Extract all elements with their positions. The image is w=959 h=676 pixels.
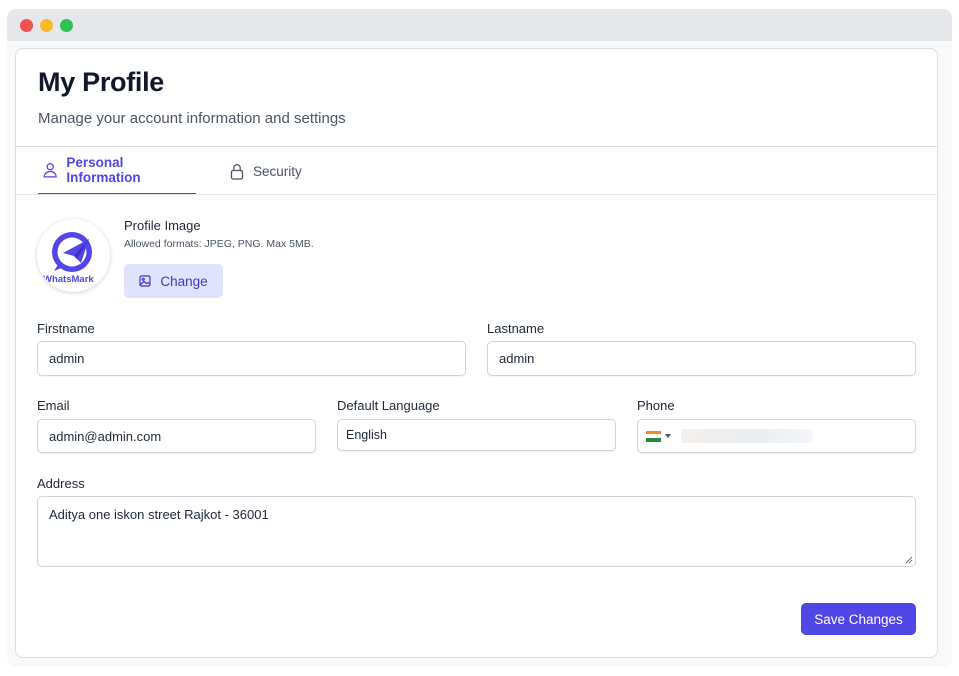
country-selector[interactable] xyxy=(646,430,671,442)
profile-image-label: Profile Image xyxy=(124,218,201,233)
maximize-window-button[interactable] xyxy=(60,19,73,32)
avatar: WhatsMark xyxy=(37,219,110,292)
change-button-label: Change xyxy=(160,273,208,289)
address-textarea[interactable]: Aditya one iskon street Rajkot - 36001 xyxy=(37,496,916,567)
email-label: Email xyxy=(37,398,70,413)
image-icon xyxy=(139,275,151,287)
lastname-label: Lastname xyxy=(487,321,545,336)
lastname-value: admin xyxy=(499,351,535,366)
phone-number-redacted xyxy=(681,429,813,443)
tab-personal-information[interactable]: Personal Information xyxy=(38,147,196,195)
tab-security[interactable]: Security xyxy=(230,147,302,195)
firstname-label: Firstname xyxy=(37,321,95,336)
language-select[interactable]: English xyxy=(337,419,616,451)
tabs-divider xyxy=(16,194,937,195)
resize-grip-icon[interactable] xyxy=(905,556,913,564)
phone-label: Phone xyxy=(637,398,675,413)
firstname-field[interactable]: admin xyxy=(37,341,466,376)
lastname-field[interactable]: admin xyxy=(487,341,916,376)
profile-card: My Profile Manage your account informati… xyxy=(15,48,938,658)
address-label: Address xyxy=(37,476,85,491)
email-field[interactable]: admin@admin.com xyxy=(37,419,316,453)
tab-label: Security xyxy=(253,163,302,179)
change-image-button[interactable]: Change xyxy=(124,264,223,298)
profile-image-hint: Allowed formats: JPEG, PNG. Max 5MB. xyxy=(124,238,314,250)
language-value: English xyxy=(346,428,387,442)
avatar-logo-text: WhatsMark xyxy=(43,274,94,285)
page-title: My Profile xyxy=(38,67,165,97)
india-flag-icon xyxy=(646,430,661,442)
address-value: Aditya one iskon street Rajkot - 36001 xyxy=(49,507,269,522)
phone-field[interactable] xyxy=(637,419,916,453)
caret-down-icon xyxy=(665,434,671,438)
close-window-button[interactable] xyxy=(20,19,33,32)
tab-label: Personal Information xyxy=(66,155,141,185)
page-subtitle: Manage your account information and sett… xyxy=(38,110,346,127)
email-value: admin@admin.com xyxy=(49,428,162,444)
language-label: Default Language xyxy=(337,398,440,413)
user-icon xyxy=(43,163,57,178)
save-changes-button[interactable]: Save Changes xyxy=(801,603,916,635)
minimize-window-button[interactable] xyxy=(40,19,53,32)
firstname-value: admin xyxy=(49,351,85,366)
lock-icon xyxy=(230,163,244,180)
